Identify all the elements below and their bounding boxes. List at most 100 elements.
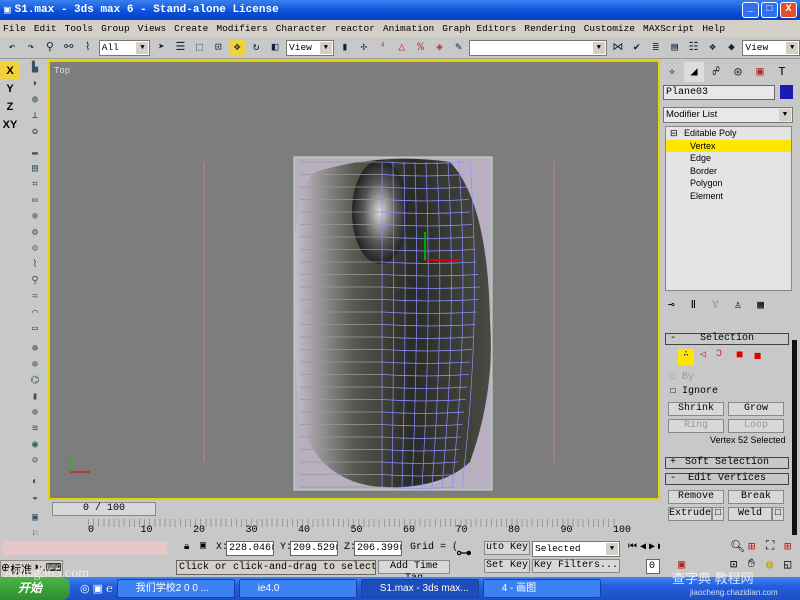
maxscript-listener[interactable] [2, 541, 167, 555]
angle-snap-icon[interactable]: △ [394, 40, 410, 56]
weld-button[interactable]: Weld [728, 507, 772, 521]
reactor-tool-20-icon[interactable]: ⊚ [28, 359, 42, 373]
menu-tools[interactable]: Tools [65, 23, 94, 34]
arc-rotate-icon[interactable]: ◍ [766, 557, 773, 572]
menu-maxscript[interactable]: MAXScript [643, 23, 694, 34]
zoom-extents-icon[interactable]: ⛶ [766, 539, 774, 553]
display-tab-icon[interactable]: ▣ [750, 62, 770, 82]
curve-editor-icon[interactable]: ▤ [667, 40, 683, 56]
absolute-mode-icon[interactable]: ▣ [200, 540, 206, 552]
menu-file[interactable]: File [3, 23, 26, 34]
reactor-tool-25-icon[interactable]: ◉ [28, 439, 42, 453]
redo-icon[interactable]: ↷ [23, 40, 39, 56]
vertex-mode-icon[interactable]: ∴ [678, 349, 694, 365]
remove-modifier-icon[interactable]: ♙ [735, 298, 742, 312]
object-name-field[interactable]: Plane03 [663, 85, 775, 100]
schematic-view-icon[interactable]: ☷ [686, 40, 702, 56]
reactor-tool-10-icon[interactable]: ⊗ [28, 211, 42, 225]
stack-editable-poly[interactable]: ⊟ Editable Poly [666, 127, 791, 140]
reactor-tool-26-icon[interactable]: ⊘ [28, 455, 42, 469]
configure-sets-icon[interactable]: ▦ [757, 298, 764, 312]
grow-button[interactable]: Grow [728, 402, 784, 416]
extrude-button[interactable]: Extrude [668, 507, 712, 521]
modifier-list-dropdown[interactable]: Modifier List [663, 107, 793, 123]
z-coordinate-field[interactable]: 206.399r [354, 541, 402, 556]
taskbar-item[interactable]: ie4.0 [238, 579, 357, 598]
viewport-top[interactable]: Top [48, 60, 660, 500]
edit-named-selection-icon[interactable]: ✎ [450, 40, 466, 56]
select-icon[interactable]: ➤ [153, 40, 169, 56]
axis-y-button[interactable]: Y [0, 80, 20, 98]
create-tab-icon[interactable]: ✧ [662, 62, 682, 82]
auto-key-button[interactable]: uto Key [484, 541, 530, 555]
weld-settings-button[interactable]: □ [772, 507, 784, 521]
reactor-tool-3-icon[interactable]: ⊥ [28, 110, 42, 124]
axis-xy-button[interactable]: XY [0, 116, 20, 134]
set-key-icon[interactable]: ⊶ [456, 543, 472, 563]
menu-group[interactable]: Group [101, 23, 130, 34]
reactor-tool-15-icon[interactable]: ≈ [28, 291, 42, 305]
minimize-button[interactable]: _ [742, 2, 759, 18]
reactor-tool-2-icon[interactable]: ◍ [28, 94, 42, 108]
edge-mode-icon[interactable]: ◁ [700, 349, 706, 361]
axis-x-button[interactable]: X [0, 62, 20, 80]
maximize-viewport-icon[interactable]: ◱ [784, 557, 791, 572]
undo-icon[interactable]: ↶ [4, 40, 20, 56]
show-end-result-icon[interactable]: Ⅱ [691, 298, 696, 312]
stack-item-border[interactable]: Border [666, 165, 791, 178]
reactor-tool-11-icon[interactable]: ⚙ [28, 227, 42, 241]
current-frame-field[interactable]: 0 [646, 559, 660, 574]
percent-snap-icon[interactable]: % [413, 40, 429, 56]
reactor-tool-1-icon[interactable]: ◗ [28, 78, 42, 92]
set-key-button[interactable]: Set Key [484, 559, 530, 573]
pivot-icon[interactable]: ▮ [337, 40, 353, 56]
panel-scrollbar[interactable] [792, 340, 797, 535]
time-slider[interactable]: 0 / 100 [52, 502, 156, 516]
rotate-icon[interactable]: ↻ [248, 40, 264, 56]
break-button[interactable]: Break [728, 490, 784, 504]
remove-button[interactable]: Remove [668, 490, 724, 504]
zoom-icon[interactable]: 🔍︎ [730, 539, 745, 554]
link-icon[interactable]: ⚲ [42, 40, 58, 56]
selection-rollout-header[interactable]: - Selection [665, 333, 789, 345]
reactor-tool-24-icon[interactable]: ≋ [28, 423, 42, 437]
reactor-tool-7-icon[interactable]: ▤ [28, 163, 42, 177]
extrude-settings-button[interactable]: □ [712, 507, 724, 521]
make-unique-icon[interactable]: ∀ [712, 298, 719, 312]
reactor-tool-29-icon[interactable]: ◒ [28, 492, 42, 506]
reactor-tool-31-icon[interactable]: ▣ [28, 512, 42, 526]
reactor-tool-22-icon[interactable]: ▮ [28, 391, 42, 405]
motion-tab-icon[interactable]: ◎ [728, 62, 748, 82]
axis-z-button[interactable]: Z [0, 98, 20, 116]
by-vertex-checkbox[interactable]: ☐ By [670, 371, 694, 383]
manipulate-icon[interactable]: ✢ [356, 40, 372, 56]
menu-views[interactable]: Views [138, 23, 167, 34]
ring-button[interactable]: Ring [668, 419, 724, 433]
add-time-tag-button[interactable]: Add Time Tag [378, 560, 450, 584]
reactor-tool-16-icon[interactable]: ⌒ [28, 307, 42, 321]
menu-rendering[interactable]: Rendering [524, 23, 575, 34]
modify-tab-icon[interactable]: ◢ [684, 62, 704, 82]
reactor-tool-6-icon[interactable]: ▬ [28, 147, 42, 161]
stack-item-polygon[interactable]: Polygon [666, 177, 791, 190]
zoom-extents-all-icon[interactable]: ⊞ [784, 539, 791, 554]
reactor-tool-14-icon[interactable]: ⚲ [28, 275, 42, 289]
rect-selection-icon[interactable]: ⬚ [191, 40, 207, 56]
menu-animation[interactable]: Animation [383, 23, 434, 34]
stack-item-element[interactable]: Element [666, 190, 791, 203]
mirror-icon[interactable]: ⋈ [610, 40, 626, 56]
bind-space-warp-icon[interactable]: ⌇ [80, 40, 96, 56]
snap-icon[interactable]: ⁴ [375, 40, 391, 56]
scale-icon[interactable]: ◧ [267, 40, 283, 56]
menu-character[interactable]: Character [276, 23, 327, 34]
move-icon[interactable]: ✥ [229, 39, 246, 56]
menu-edit[interactable]: Edit [34, 23, 57, 34]
polygon-mode-icon[interactable]: ■ [736, 348, 743, 362]
spinner-snap-icon[interactable]: ◈ [432, 40, 448, 56]
layer-manager-icon[interactable]: ≣ [648, 40, 664, 56]
y-coordinate-field[interactable]: 209.529r [290, 541, 338, 556]
pin-stack-icon[interactable]: ⊸ [668, 298, 675, 312]
unlink-icon[interactable]: ⚯ [61, 40, 77, 56]
reactor-tool-28-icon[interactable]: ◐ [28, 476, 42, 490]
reactor-tool-13-icon[interactable]: ⌇ [28, 259, 42, 273]
